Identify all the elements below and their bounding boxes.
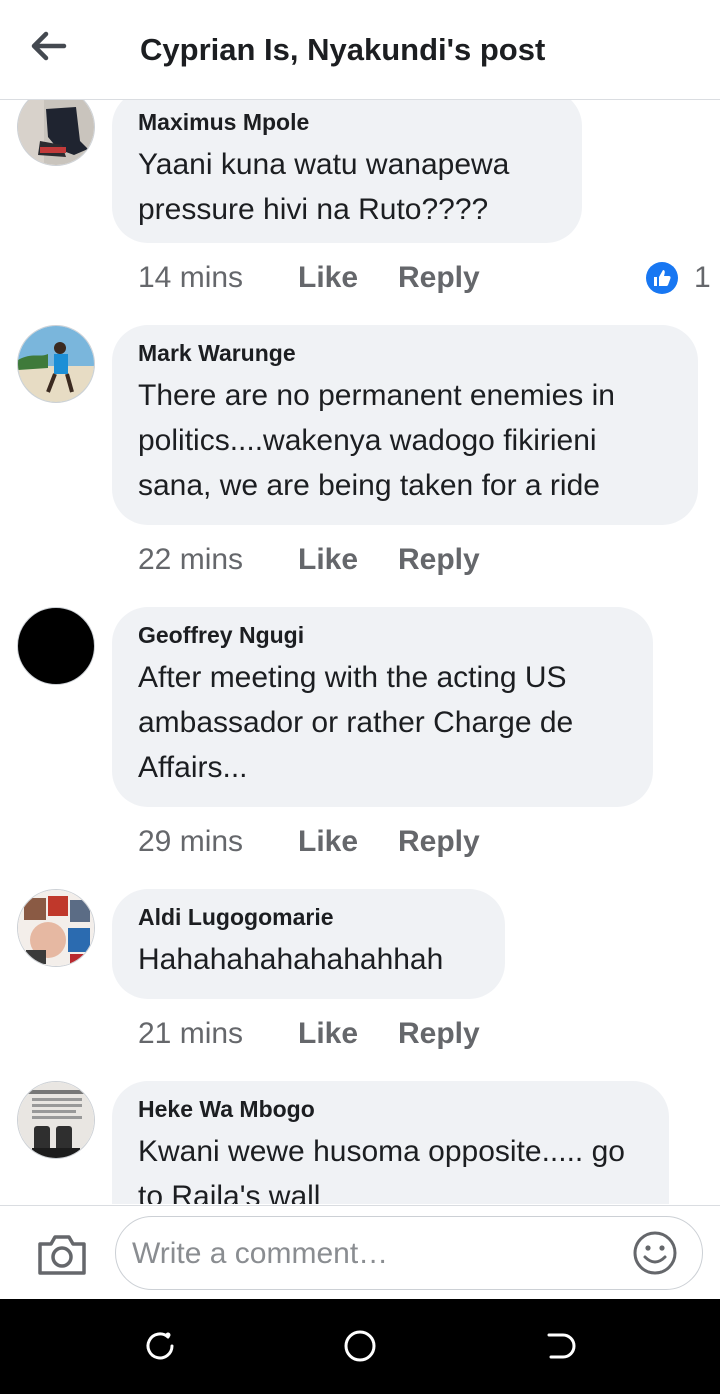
like-button[interactable]: Like: [298, 540, 398, 580]
system-nav-bar: [0, 1299, 720, 1394]
top-bar: Cyprian Is, Nyakundi's post: [0, 0, 720, 100]
comment-time[interactable]: 22 mins: [138, 540, 298, 580]
back-icon[interactable]: [543, 1329, 577, 1363]
comment-text: There are no permanent enemies in politi…: [138, 379, 615, 502]
comment-text: Yaani kuna watu wanapewa pressure hivi n…: [138, 148, 510, 226]
avatar[interactable]: [17, 325, 95, 403]
reply-button[interactable]: Reply: [398, 822, 480, 862]
comment-input-box[interactable]: [115, 1216, 703, 1291]
comment-composer: [0, 1205, 720, 1300]
reaction-summary[interactable]: 1: [646, 258, 711, 298]
comment-bubble[interactable]: Heke Wa Mbogo Kwani wewe husoma opposite…: [112, 1081, 669, 1204]
comment-author[interactable]: Heke Wa Mbogo: [138, 1095, 643, 1123]
comment-text: Kwani wewe husoma opposite..... go to Ra…: [138, 1135, 625, 1204]
like-button[interactable]: Like: [298, 822, 398, 862]
comment-bubble[interactable]: Geoffrey Ngugi After meeting with the ac…: [112, 607, 653, 807]
like-button[interactable]: Like: [298, 1014, 398, 1054]
reply-button[interactable]: Reply: [398, 258, 480, 298]
comment-text: After meeting with the acting US ambassa…: [138, 661, 574, 784]
avatar[interactable]: [17, 100, 95, 166]
reaction-count: 1: [694, 261, 711, 294]
avatar[interactable]: [17, 889, 95, 967]
recent-apps-icon[interactable]: [143, 1329, 177, 1363]
comment-input[interactable]: [130, 1217, 614, 1291]
emoji-icon[interactable]: [632, 1230, 678, 1276]
comment-bubble[interactable]: Aldi Lugogomarie Hahahahahahahahhah: [112, 889, 505, 999]
comment-time[interactable]: 29 mins: [138, 822, 298, 862]
home-icon[interactable]: [343, 1329, 377, 1363]
comment-bubble[interactable]: Maximus Mpole Yaani kuna watu wanapewa p…: [112, 100, 582, 243]
thumbs-up-icon: [646, 262, 678, 294]
comment-author[interactable]: Geoffrey Ngugi: [138, 621, 627, 649]
comment-actions: 14 mins Like Reply 1: [138, 258, 711, 298]
reply-button[interactable]: Reply: [398, 1014, 480, 1054]
comment-actions: 21 mins Like Reply: [138, 1014, 480, 1054]
reply-button[interactable]: Reply: [398, 540, 480, 580]
comment-text: Hahahahahahahahhah: [138, 943, 444, 976]
comment-actions: 22 mins Like Reply: [138, 540, 480, 580]
comment-author[interactable]: Maximus Mpole: [138, 108, 556, 136]
comment-author[interactable]: Aldi Lugogomarie: [138, 903, 479, 931]
comment-author[interactable]: Mark Warunge: [138, 339, 672, 367]
camera-icon[interactable]: [36, 1230, 88, 1278]
comment-time[interactable]: 14 mins: [138, 258, 298, 298]
comment-bubble[interactable]: Mark Warunge There are no permanent enem…: [112, 325, 698, 525]
comment-time[interactable]: 21 mins: [138, 1014, 298, 1054]
avatar[interactable]: [17, 607, 95, 685]
like-button[interactable]: Like: [298, 258, 398, 298]
comment-actions: 29 mins Like Reply: [138, 822, 480, 862]
page-title: Cyprian Is, Nyakundi's post: [140, 32, 546, 67]
comment-list: Maximus Mpole Yaani kuna watu wanapewa p…: [0, 100, 720, 1204]
arrow-left-icon[interactable]: [28, 28, 68, 64]
avatar[interactable]: [17, 1081, 95, 1159]
